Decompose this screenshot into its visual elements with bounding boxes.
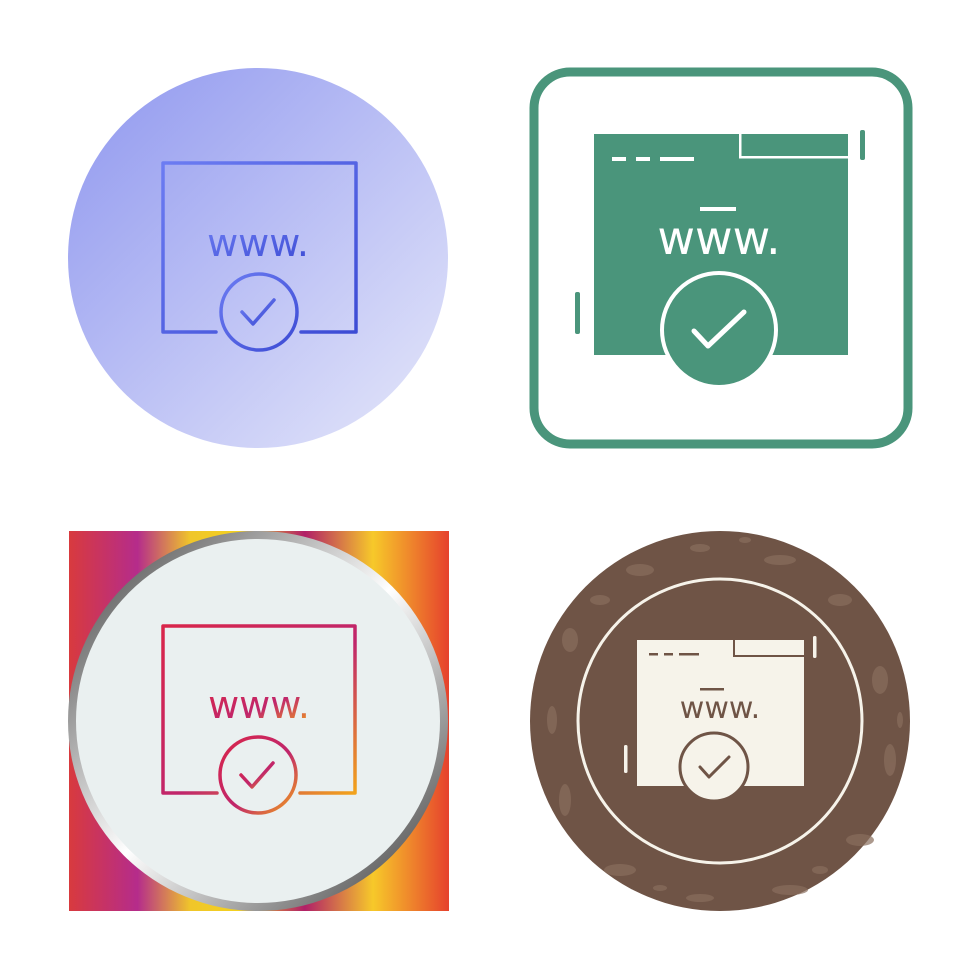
check-circle-icon [660, 271, 778, 389]
icon-variant-rounded-square: www. [529, 67, 913, 449]
icon-sheet: www. www. www. www. [68, 67, 913, 911]
url-label: www. [680, 691, 760, 726]
icon-variant-textured-circle: www. [530, 531, 910, 911]
url-label: www. [208, 683, 310, 727]
url-label: www. [207, 221, 309, 265]
url-label: www. [657, 211, 780, 265]
icon-variant-gradient-square: www. [68, 531, 449, 911]
check-circle-icon [678, 731, 750, 803]
icon-variant-gradient-circle: www. [68, 68, 448, 448]
